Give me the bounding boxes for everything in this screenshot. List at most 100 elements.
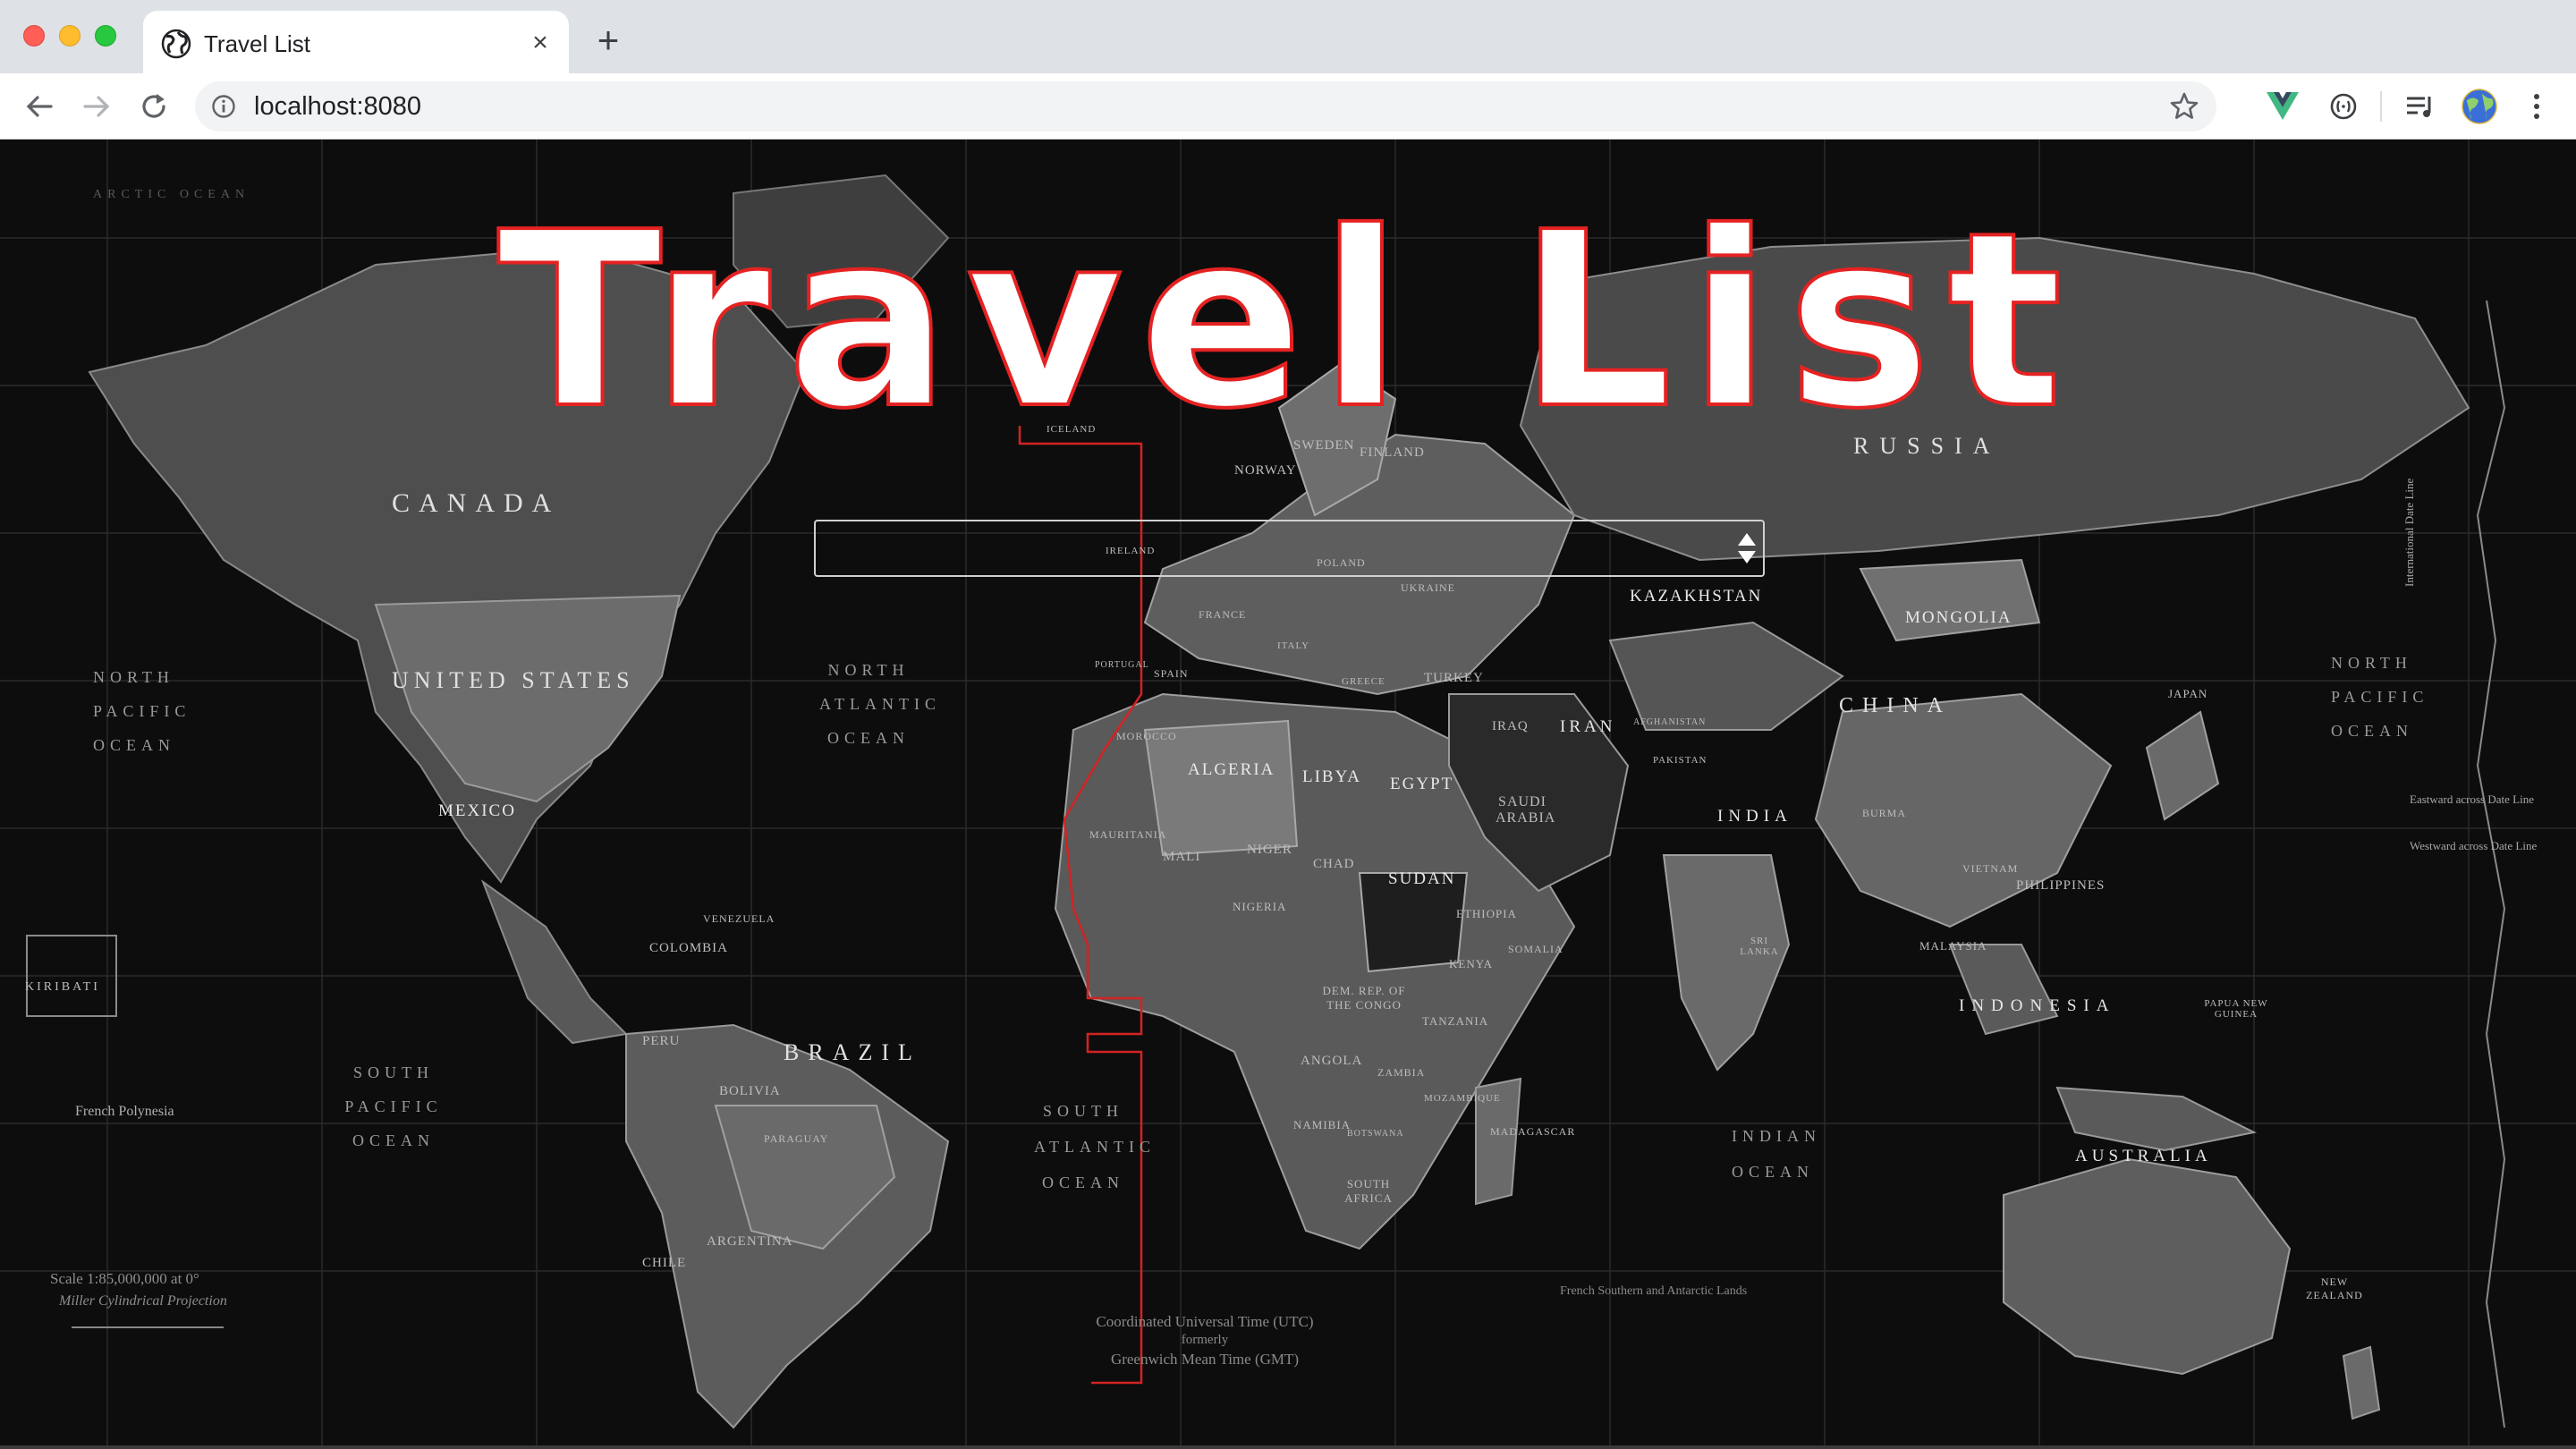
map-label-mongolia: MONGOLIA	[1905, 608, 2012, 627]
page-bottom-edge	[0, 1445, 2576, 1449]
map-label-indian-ocean: INDIAN OCEAN	[1732, 1127, 1821, 1181]
map-label-sri-lanka: SRI LANKA	[1740, 936, 1779, 957]
map-label-india: INDIA	[1717, 807, 1792, 826]
map-label-south-africa: SOUTH AFRICA	[1344, 1177, 1393, 1205]
extension-button[interactable]	[2326, 89, 2361, 124]
arrow-right-icon	[83, 96, 110, 117]
map-label-south-pacific-ocean: SOUTH PACIFIC OCEAN	[344, 1063, 443, 1149]
map-label-japan: JAPAN	[2168, 687, 2208, 700]
map-label-saudi-arabia: SAUDI ARABIA	[1496, 794, 1556, 826]
map-label-philippines: PHILIPPINES	[2016, 878, 2106, 893]
extension-icon	[2330, 93, 2357, 120]
map-label-botswana: BOTSWANA	[1347, 1129, 1404, 1139]
map-label-turkey: TURKEY	[1424, 671, 1484, 685]
map-label-afghanistan: AFGHANISTAN	[1633, 717, 1707, 727]
map-label-dem-rep-congo: DEM. REP. OF THE CONGO	[1322, 984, 1406, 1012]
map-label-united-states: UNITED STATES	[392, 667, 635, 693]
map-label-chad: CHAD	[1313, 857, 1355, 871]
map-label-algeria: ALGERIA	[1188, 760, 1275, 779]
page-title: Travel List	[496, 180, 2079, 462]
map-label-peru: PERU	[642, 1034, 681, 1048]
map-label-brazil: BRAZIL	[784, 1039, 921, 1065]
map-label-papua-new-guinea: PAPUA NEW GUINEA	[2204, 998, 2268, 1020]
map-french-polynesia-note: French Polynesia	[75, 1104, 174, 1119]
input-stepper[interactable]	[1734, 525, 1759, 572]
map-label-portugal: PORTUGAL	[1095, 660, 1149, 670]
map-label-namibia: NAMIBIA	[1293, 1118, 1352, 1131]
vue-devtools-button[interactable]	[2265, 89, 2301, 124]
map-label-australia: AUSTRALIA	[2075, 1147, 2212, 1165]
map-label-niger: NIGER	[1247, 843, 1292, 857]
map-label-ethiopia: ETHIOPIA	[1456, 907, 1517, 920]
tab-strip: Travel List × +	[0, 0, 2576, 73]
media-queue-icon	[2407, 97, 2431, 117]
url-text: localhost:8080	[254, 92, 422, 121]
vue-devtools-icon	[2267, 92, 2299, 120]
map-eastward-note: Eastward across Date Line	[2410, 792, 2534, 806]
minimize-window-button[interactable]	[59, 25, 80, 47]
map-label-north-pacific-ocean-east: NORTH PACIFIC OCEAN	[2331, 654, 2429, 740]
map-label-pakistan: PAKISTAN	[1653, 755, 1707, 766]
map-label-italy: ITALY	[1277, 640, 1310, 651]
toolbar-divider	[2380, 91, 2382, 122]
destination-input[interactable]	[814, 520, 1765, 577]
map-westward-note: Westward across Date Line	[2410, 839, 2538, 852]
map-scale-note: Scale 1:85,000,000 at 0°	[50, 1270, 199, 1287]
map-label-iran: IRAN	[1560, 717, 1616, 736]
close-tab-icon[interactable]: ×	[526, 29, 555, 57]
arrow-left-icon	[26, 96, 53, 117]
browser-window: Travel List × + localhost:8080 CANADA UN…	[0, 0, 2576, 1449]
map-label-north-atlantic-ocean: NORTH ATLANTIC OCEAN	[819, 661, 941, 747]
map-label-tanzania: TANZANIA	[1422, 1014, 1489, 1028]
reload-button[interactable]	[134, 87, 174, 126]
map-label-angola: ANGOLA	[1301, 1054, 1363, 1068]
zoom-window-button[interactable]	[95, 25, 116, 47]
back-button[interactable]	[20, 87, 59, 126]
map-label-argentina: ARGENTINA	[707, 1234, 793, 1249]
address-bar[interactable]: localhost:8080	[195, 81, 2216, 131]
map-label-iraq: IRAQ	[1492, 719, 1529, 733]
map-label-kenya: KENYA	[1449, 957, 1494, 970]
profile-button[interactable]	[2462, 89, 2497, 124]
map-label-madagascar: MADAGASCAR	[1490, 1125, 1576, 1138]
info-icon[interactable]	[211, 94, 236, 119]
menu-button[interactable]	[2519, 89, 2555, 124]
map-label-north-pacific-ocean: NORTH PACIFIC OCEAN	[93, 668, 191, 754]
map-label-canada: CANADA	[392, 488, 561, 518]
map-utc-note-1: Coordinated Universal Time (UTC)	[1096, 1313, 1314, 1330]
map-label-kazakhstan: KAZAKHSTAN	[1630, 587, 1763, 606]
tab-travel-list[interactable]: Travel List ×	[143, 11, 569, 73]
close-window-button[interactable]	[23, 25, 45, 47]
map-label-egypt: EGYPT	[1390, 775, 1454, 793]
map-label-zambia: ZAMBIA	[1377, 1066, 1426, 1079]
map-label-new-zealand: NEW ZEALAND	[2306, 1275, 2363, 1301]
map-label-vietnam: VIETNAM	[1962, 862, 2019, 875]
tab-title: Travel List	[204, 30, 310, 57]
map-label-mauritania: MAURITANIA	[1089, 828, 1167, 841]
destination-input-wrapper	[814, 520, 1765, 577]
media-queue-button[interactable]	[2402, 89, 2438, 124]
map-label-kiribati: KIRIBATI	[25, 980, 100, 994]
stepper-down-icon[interactable]	[1738, 551, 1756, 564]
map-label-bolivia: BOLIVIA	[719, 1084, 781, 1098]
profile-avatar-icon	[2462, 89, 2497, 124]
map-label-libya: LIBYA	[1302, 767, 1361, 786]
map-utc-note-3: Greenwich Mean Time (GMT)	[1110, 1351, 1300, 1368]
star-icon[interactable]	[2168, 90, 2200, 123]
map-label-south-atlantic-ocean: SOUTH ATLANTIC OCEAN	[1034, 1102, 1156, 1191]
map-projection-note: Miller Cylindrical Projection	[59, 1293, 227, 1309]
map-french-southern-note: French Southern and Antarctic Lands	[1560, 1284, 1748, 1298]
page-viewport: CANADA UNITED STATES MEXICO BRAZIL ARGEN…	[0, 140, 2576, 1449]
reload-icon	[142, 94, 165, 118]
map-label-mexico: MEXICO	[438, 801, 516, 820]
map-label-indonesia: INDONESIA	[1959, 996, 2116, 1015]
map-label-spain: SPAIN	[1154, 667, 1189, 680]
map-label-somalia: SOMALIA	[1508, 943, 1563, 955]
forward-button[interactable]	[77, 87, 116, 126]
new-tab-button[interactable]: +	[590, 21, 626, 59]
map-label-malaysia: MALAYSIA	[1919, 939, 1987, 953]
globe-icon	[161, 29, 191, 59]
stepper-up-icon[interactable]	[1738, 533, 1756, 546]
map-label-norway: NORWAY	[1234, 463, 1297, 478]
map-label-greece: GREECE	[1342, 676, 1385, 687]
